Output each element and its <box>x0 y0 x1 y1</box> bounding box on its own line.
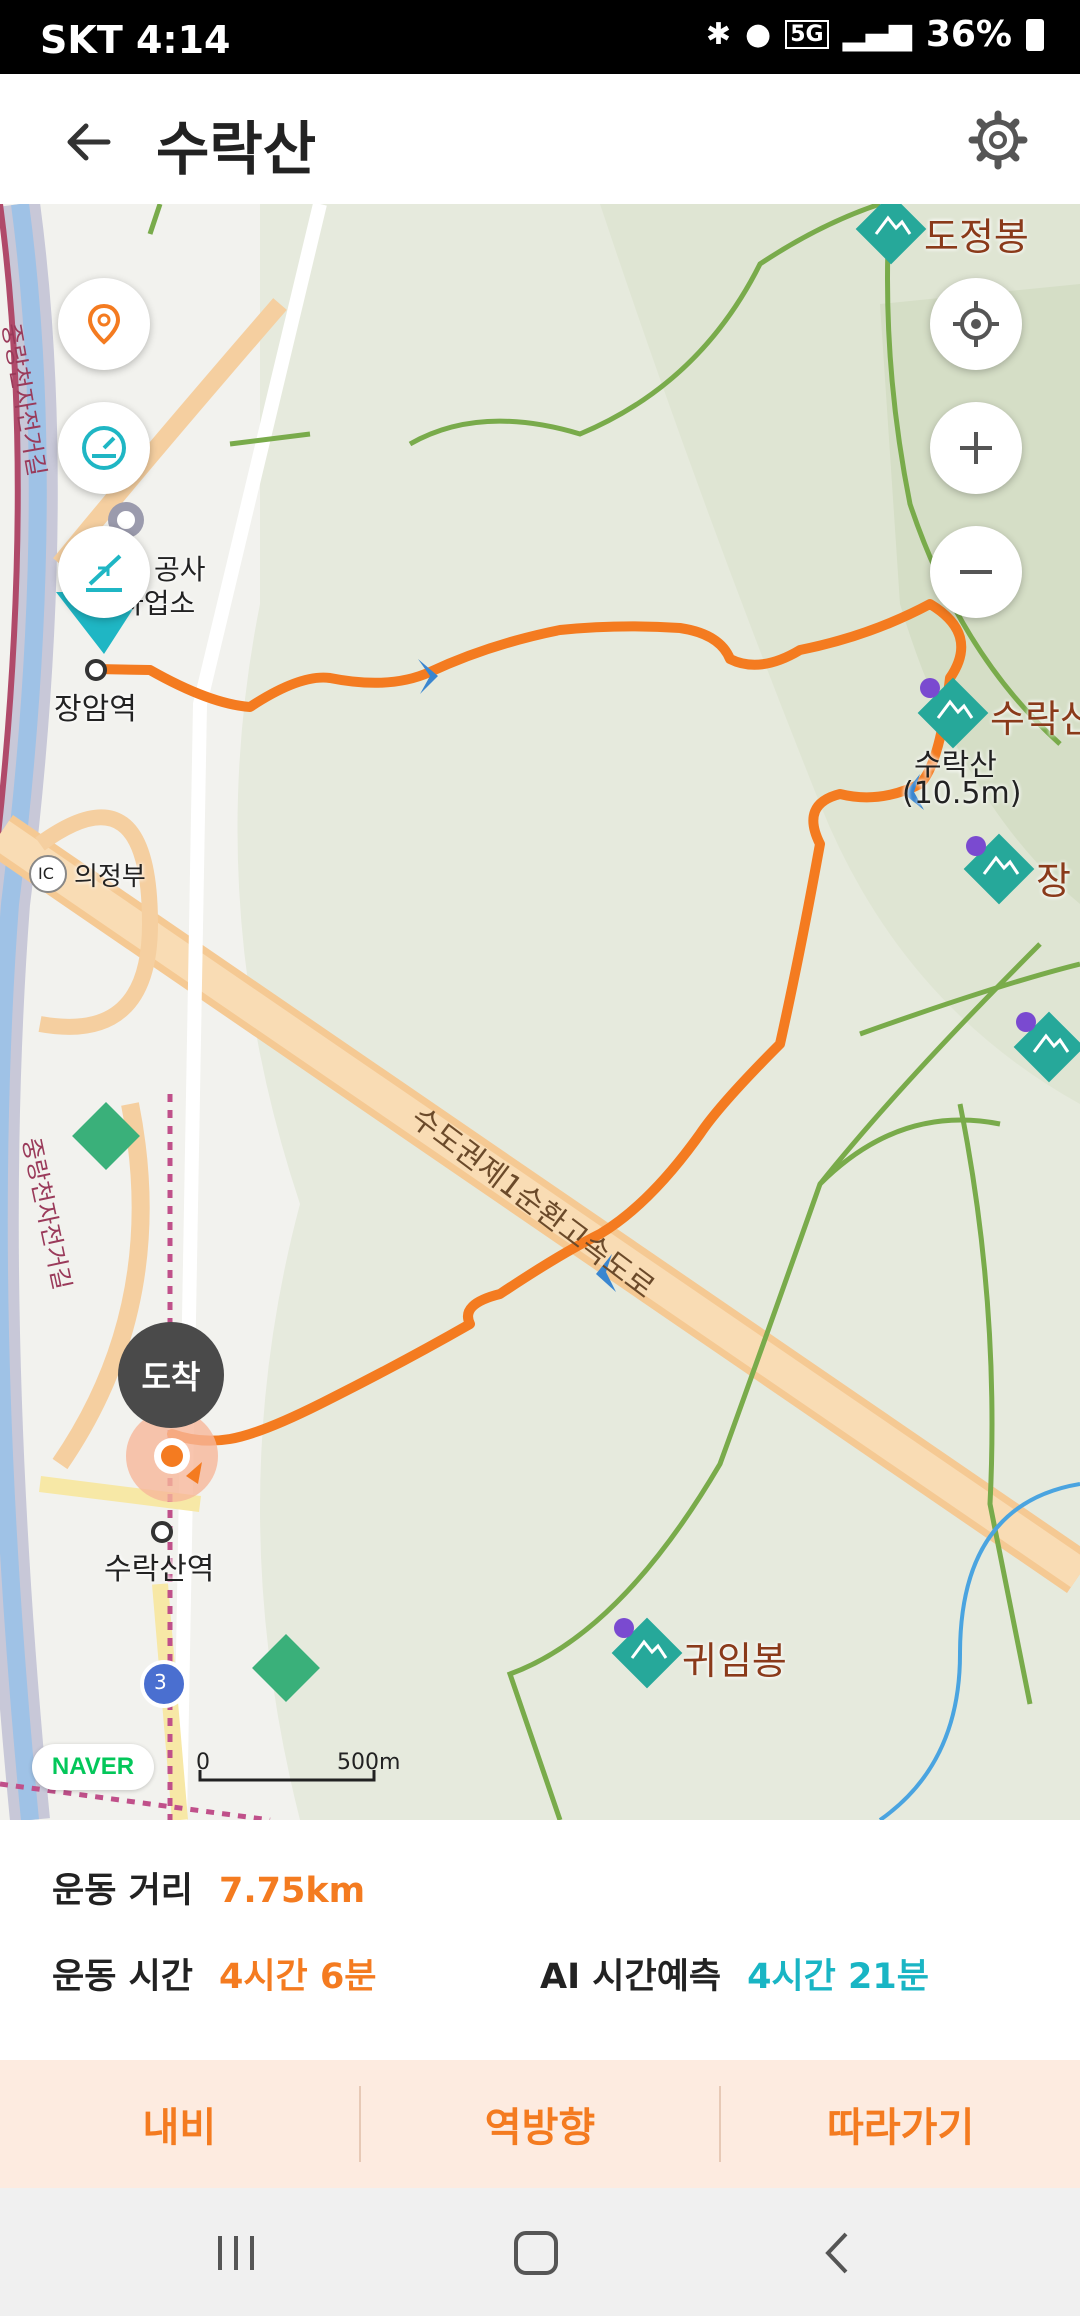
elevation-button[interactable] <box>58 526 150 618</box>
scale-bar: 0 500m <box>196 1750 400 1775</box>
location-marker-button[interactable] <box>58 278 150 370</box>
scale-distance: 500m <box>337 1750 401 1775</box>
scale-zero: 0 <box>196 1750 210 1775</box>
distance-value: 7.75km <box>219 1871 366 1911</box>
peak-label-gwiimbong: 귀임봉 <box>682 1639 787 1683</box>
system-nav-bar <box>0 2188 1080 2316</box>
time-value: 4시간 6분 <box>219 1957 377 1997</box>
arrival-marker[interactable]: 도착 <box>118 1322 224 1428</box>
peak-label-dojeongbong: 도정봉 <box>924 215 1029 259</box>
ai-estimate-value: 4시간 21분 <box>747 1957 929 1997</box>
distance-stat: 운동 거리 7.75km <box>52 1862 365 1913</box>
status-icons: ✱ ● 5G ▂▄▆ 36% <box>706 14 1044 55</box>
network-badge: 5G <box>785 20 829 49</box>
ic-badge: IC <box>38 864 54 883</box>
status-bar: SKT 4:14 ✱ ● 5G ▂▄▆ 36% <box>0 0 1080 74</box>
speedometer-icon <box>82 426 126 470</box>
app-bar: 수락산 <box>0 74 1080 206</box>
page-title: 수락산 <box>156 115 317 183</box>
speed-button[interactable] <box>58 402 150 494</box>
navi-button[interactable]: 내비 <box>0 2060 359 2188</box>
peak-label-suraksan: 수락산 <box>990 697 1080 741</box>
crosshair-icon <box>953 301 999 347</box>
elevation-graph-icon <box>86 554 122 592</box>
time-stat: 운동 시간 4시간 6분 <box>52 1948 377 1999</box>
reverse-button[interactable]: 역방향 <box>361 2060 720 2188</box>
station-label-jangam: 장암역 <box>54 692 137 727</box>
battery-icon <box>1026 18 1044 51</box>
ai-estimate-stat: AI 시간예측 4시간 21분 <box>540 1948 929 1999</box>
recent-apps-icon[interactable] <box>206 2228 266 2278</box>
distance-label: 운동 거리 <box>52 1871 193 1911</box>
gear-icon[interactable] <box>968 110 1028 170</box>
route-number-badge: 3 <box>154 1670 167 1694</box>
action-bar: 내비 역방향 따라가기 <box>0 2060 1080 2188</box>
zoom-out-button[interactable] <box>930 526 1022 618</box>
signal-icon: ▂▄▆ <box>842 17 912 52</box>
ai-estimate-label: AI 시간예측 <box>540 1957 722 1997</box>
minus-icon <box>960 570 992 574</box>
carrier-time: SKT 4:14 <box>40 18 231 62</box>
time-label: 운동 시간 <box>52 1957 193 1997</box>
location-icon: ● <box>745 17 772 52</box>
battery-level: 36% <box>925 14 1012 55</box>
follow-button[interactable]: 따라가기 <box>721 2060 1080 2188</box>
current-location-button[interactable] <box>930 278 1022 370</box>
stats-panel: 운동 거리 7.75km 운동 시간 4시간 6분 AI 시간예측 4시간 21분 <box>0 1820 1080 2060</box>
back-nav-icon[interactable] <box>808 2228 868 2278</box>
summit-elevation: (10.5m) <box>902 776 1022 811</box>
peak-label-jang: 장 <box>1036 859 1071 903</box>
arrow-left-icon[interactable] <box>58 112 118 172</box>
bluetooth-icon: ✱ <box>705 17 732 52</box>
place-label-uijeongbu: 의정부 <box>74 862 146 892</box>
station-label-suraksan: 수락산역 <box>104 1552 215 1587</box>
naver-logo: NAVER <box>32 1744 154 1790</box>
home-icon[interactable] <box>506 2228 566 2278</box>
map-view[interactable]: 장암역 수락산역 IC 의정부 공사 사업소 도정봉 수락산 장 귀임봉 수락산… <box>0 204 1080 1820</box>
zoom-in-button[interactable] <box>930 402 1022 494</box>
plus-icon <box>960 432 992 464</box>
location-pin-icon <box>87 303 121 345</box>
